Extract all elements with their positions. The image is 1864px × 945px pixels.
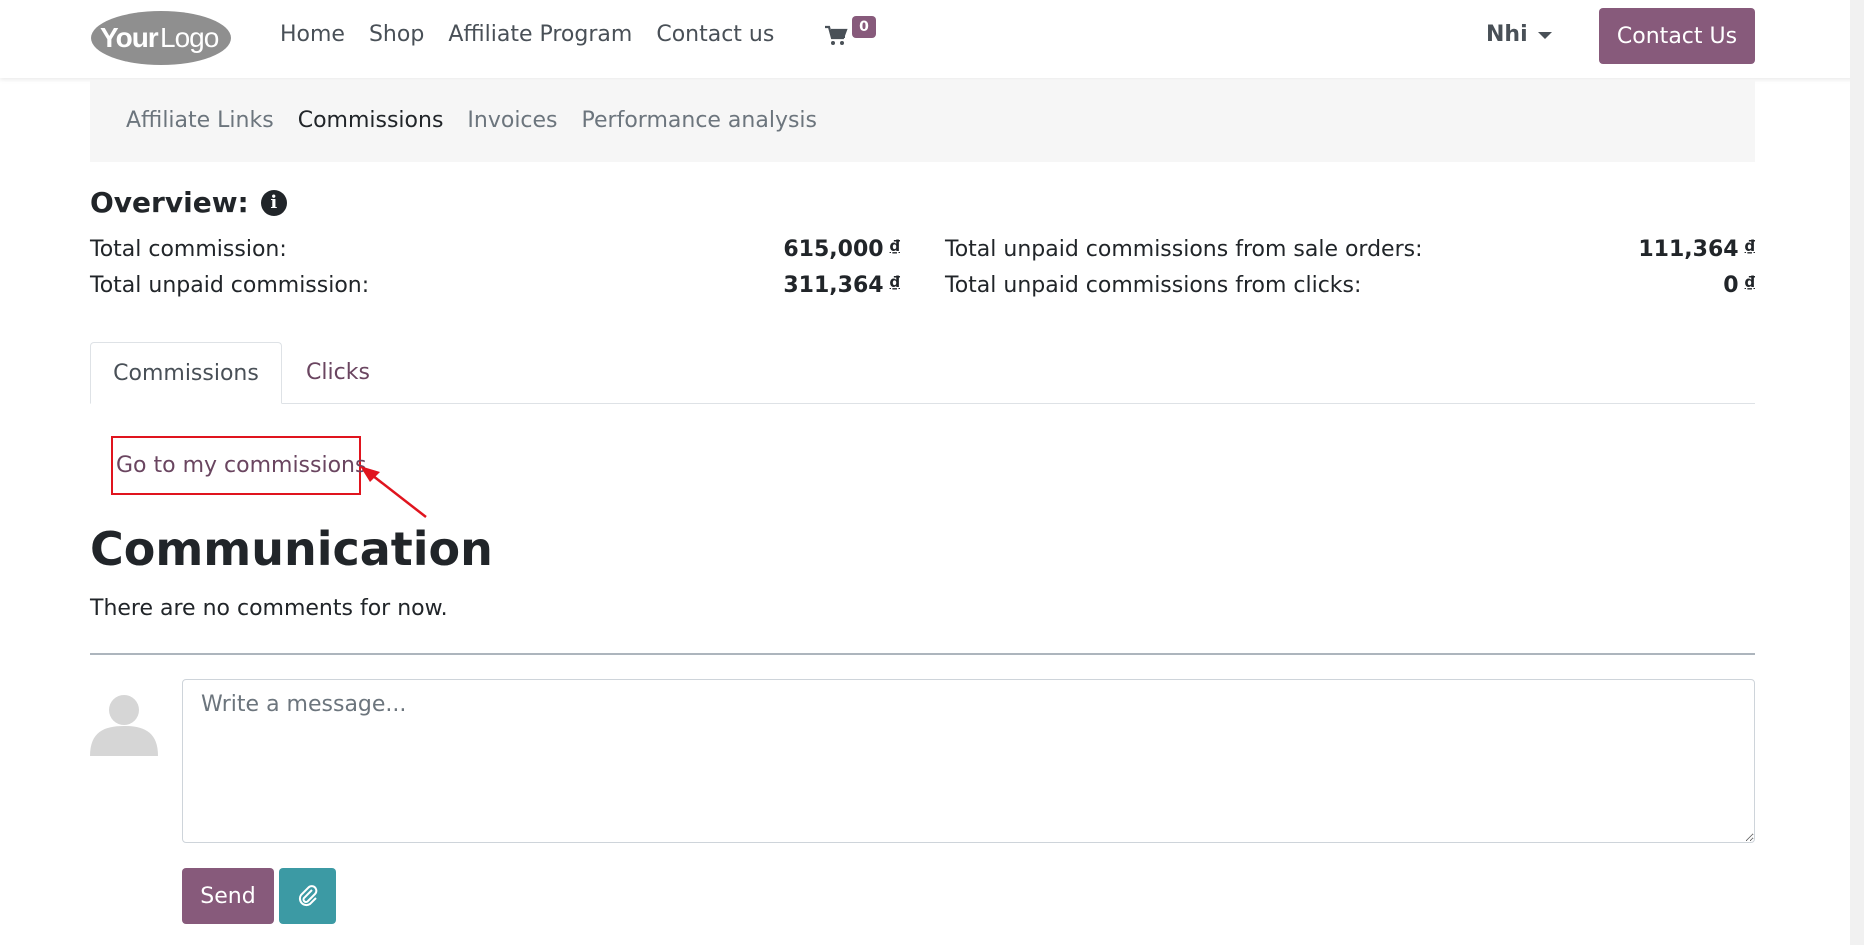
communication-divider xyxy=(90,653,1755,655)
attach-file-button[interactable] xyxy=(279,868,336,924)
go-to-my-commissions-link[interactable]: Go to my commissions xyxy=(111,436,366,495)
cart-count-badge: 0 xyxy=(852,16,876,38)
top-navbar: Your Logo Home Shop Affiliate Program Co… xyxy=(0,0,1864,78)
main-nav: Home Shop Affiliate Program Contact us xyxy=(280,18,786,52)
company-logo[interactable]: Your Logo xyxy=(90,10,232,66)
svg-text:Logo: Logo xyxy=(160,22,219,53)
user-placeholder-icon xyxy=(90,695,158,756)
overview-heading: Overview: xyxy=(90,186,249,219)
stat-value-unpaid-sale-orders: 111,364 ₫ xyxy=(1638,237,1755,262)
user-menu[interactable]: Nhi xyxy=(1486,18,1552,52)
svg-text:Your: Your xyxy=(100,22,159,53)
stat-value-unpaid-clicks: 0 ₫ xyxy=(1723,273,1755,298)
user-name: Nhi xyxy=(1486,22,1528,47)
stat-label-unpaid-clicks: Total unpaid commissions from clicks: xyxy=(945,273,1362,298)
nav-home[interactable]: Home xyxy=(280,18,357,52)
message-input[interactable] xyxy=(182,679,1755,843)
subnav-invoices[interactable]: Invoices xyxy=(455,104,569,138)
overview-title: Overview: i xyxy=(90,186,287,219)
nav-contact-us[interactable]: Contact us xyxy=(644,18,786,52)
stat-label-total-commission: Total commission: xyxy=(90,237,287,262)
info-icon[interactable]: i xyxy=(260,189,287,216)
annotation-arrow-icon xyxy=(360,466,427,518)
affiliate-subnav: Affiliate Links Commissions Invoices Per… xyxy=(90,80,1755,162)
contact-us-button[interactable]: Contact Us xyxy=(1599,8,1755,64)
paperclip-icon xyxy=(298,885,317,907)
stat-label-total-unpaid: Total unpaid commission: xyxy=(90,273,370,298)
nav-affiliate-program[interactable]: Affiliate Program xyxy=(436,18,644,52)
page-scrollbar[interactable] xyxy=(1850,0,1864,945)
stat-value-total-unpaid: 311,364 ₫ xyxy=(783,273,900,298)
cart-icon xyxy=(825,25,848,45)
cart-button[interactable]: 0 xyxy=(824,14,876,54)
avatar xyxy=(90,688,158,756)
chevron-down-icon xyxy=(1537,31,1552,39)
communication-title: Communication xyxy=(90,522,493,576)
subnav-affiliate-links[interactable]: Affiliate Links xyxy=(126,104,286,138)
stat-label-unpaid-sale-orders: Total unpaid commissions from sale order… xyxy=(945,237,1423,262)
send-button[interactable]: Send xyxy=(182,868,274,924)
tab-commissions[interactable]: Commissions xyxy=(90,342,282,404)
no-comments-text: There are no comments for now. xyxy=(90,596,448,621)
subnav-performance-analysis[interactable]: Performance analysis xyxy=(570,104,829,138)
tabs-divider xyxy=(90,403,1755,404)
tab-clicks[interactable]: Clicks xyxy=(282,342,394,404)
stat-value-total-commission: 615,000 ₫ xyxy=(783,237,900,262)
nav-shop[interactable]: Shop xyxy=(357,18,436,52)
subnav-commissions[interactable]: Commissions xyxy=(286,104,456,138)
